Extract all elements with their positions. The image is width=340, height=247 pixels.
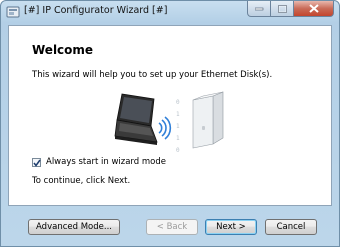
close-icon [308,4,319,13]
cancel-button[interactable]: Cancel [265,219,317,235]
always-wizard-checkbox[interactable] [32,157,41,167]
checkmark-icon [33,159,41,167]
wizard-content-panel: Welcome This wizard will help you to set… [8,25,332,206]
laptop-icon [114,93,158,145]
intro-text: This wizard will help you to set up your… [32,70,273,80]
maximize-button[interactable] [271,1,294,17]
title-bar[interactable]: [#] IP Configurator Wizard [#] [1,1,339,23]
window-title: [#] IP Configurator Wizard [#] [24,5,168,16]
caption-buttons [247,1,334,17]
setup-illustration: 0 1 1 1 0 [114,91,224,154]
ethernet-disk-icon [192,91,224,149]
advanced-mode-button[interactable]: Advanced Mode... [28,219,120,235]
minimize-button[interactable] [247,1,271,17]
binary-digit: 1 [176,111,180,118]
wireless-signal-icon [158,116,172,140]
next-button[interactable]: Next > [205,219,257,235]
page-title: Welcome [32,43,94,57]
binary-data-stream: 0 1 1 1 0 [176,99,180,154]
minimize-icon [254,7,263,10]
binary-digit: 0 [176,99,180,106]
close-button[interactable] [294,1,334,17]
binary-digit: 1 [176,135,180,142]
binary-digit: 1 [176,123,180,130]
wizard-window: [#] IP Configurator Wizard [#] Welcome T… [0,0,340,247]
continue-instruction: To continue, click Next. [32,176,131,186]
binary-digit: 0 [176,147,180,154]
always-wizard-label: Always start in wizard mode [46,157,166,167]
wizard-mode-option[interactable]: Always start in wizard mode [32,157,166,167]
wizard-app-icon [6,5,20,19]
maximize-icon [277,4,287,13]
back-button[interactable]: < Back [146,219,198,235]
